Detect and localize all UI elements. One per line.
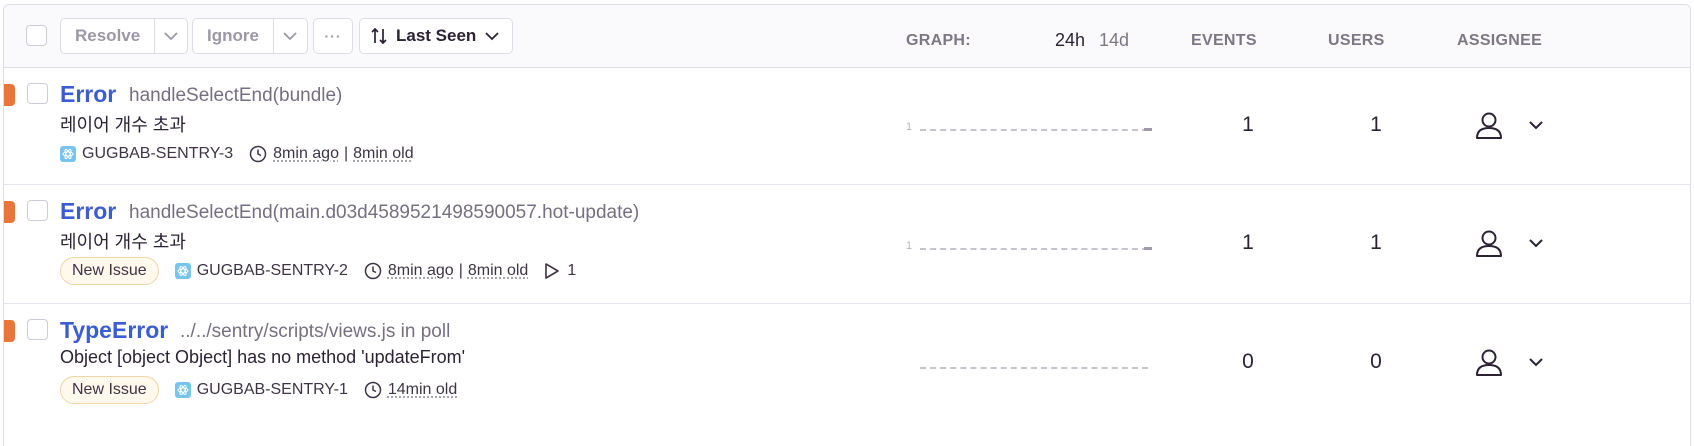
users-count[interactable]: 1 xyxy=(1356,231,1396,255)
ellipsis-icon: ··· xyxy=(324,28,342,44)
react-icon xyxy=(174,263,191,279)
issue-culprit: handleSelectEnd(main.d03d458952149859005… xyxy=(129,202,640,223)
last-seen-link[interactable]: 8min ago xyxy=(388,262,454,280)
last-seen-link[interactable]: 8min ago xyxy=(273,145,339,163)
issue-list-header: Resolve Ignore ··· Last Seen GRAPH: 24h … xyxy=(4,5,1690,68)
play-icon xyxy=(545,263,560,279)
clock-icon xyxy=(364,262,382,280)
users-count[interactable]: 1 xyxy=(1356,113,1396,137)
first-seen-link[interactable]: 8min old xyxy=(468,262,528,280)
first-seen-link[interactable]: 8min old xyxy=(353,145,413,163)
sparkline-bar xyxy=(1144,247,1152,250)
period-14d-toggle[interactable]: 14d xyxy=(1099,30,1129,51)
project-link[interactable]: GUGBAB-SENTRY-3 xyxy=(60,145,233,163)
sparkline-axis-label: 1 xyxy=(906,240,913,252)
sparkline-baseline xyxy=(920,367,1148,369)
resolve-button-group: Resolve xyxy=(60,18,188,54)
time-info: 8min ago | 8min old xyxy=(364,262,528,280)
sparkline-axis-label: 1 xyxy=(906,121,913,133)
new-issue-badge: New Issue xyxy=(60,257,159,285)
level-indicator xyxy=(4,320,15,342)
resolve-dropdown-button[interactable] xyxy=(154,19,187,53)
chevron-down-icon xyxy=(283,32,298,41)
sort-arrows-icon xyxy=(371,27,387,45)
select-all-checkbox[interactable] xyxy=(26,25,47,46)
period-24h-toggle[interactable]: 24h xyxy=(1055,30,1085,51)
user-icon xyxy=(1476,230,1502,257)
chevron-down-icon xyxy=(164,32,178,41)
issue-culprit: ../../sentry/scripts/views.js in poll xyxy=(180,321,451,342)
user-icon xyxy=(1476,349,1502,376)
issue-message: 레이어 개수 초과 xyxy=(60,232,186,252)
sparkline-chart: 1 xyxy=(906,240,1156,260)
assignee-column-label: ASSIGNEE xyxy=(1457,32,1543,49)
react-icon xyxy=(174,382,191,398)
level-indicator xyxy=(4,201,15,223)
clock-icon xyxy=(249,145,267,163)
replay-count: 1 xyxy=(567,262,577,279)
users-column-label: USERS xyxy=(1328,32,1385,49)
chevron-down-icon xyxy=(1529,358,1543,367)
events-count[interactable]: 1 xyxy=(1228,231,1268,255)
level-indicator xyxy=(4,84,15,106)
events-column-label: EVENTS xyxy=(1191,32,1257,49)
issue-checkbox[interactable] xyxy=(27,319,48,340)
issue-title-link[interactable]: Error xyxy=(60,198,116,225)
issue-checkbox[interactable] xyxy=(27,83,48,104)
sparkline-chart xyxy=(906,359,1156,379)
sparkline-chart: 1 xyxy=(906,121,1156,141)
ignore-button[interactable]: Ignore xyxy=(193,26,273,46)
issue-message: Object [object Object] has no method 'up… xyxy=(60,347,466,367)
issue-title-link[interactable]: Error xyxy=(60,81,116,108)
issue-row[interactable]: Error handleSelectEnd(bundle) 레이어 개수 초과 … xyxy=(4,69,1690,185)
assignee-selector[interactable] xyxy=(1474,107,1544,143)
time-info: 14min old xyxy=(364,381,457,399)
project-name: GUGBAB-SENTRY-2 xyxy=(196,262,348,279)
first-seen-link[interactable]: 14min old xyxy=(388,381,457,399)
issue-row[interactable]: Error handleSelectEnd(main.d03d458952149… xyxy=(4,186,1690,304)
project-name: GUGBAB-SENTRY-3 xyxy=(82,145,234,162)
issue-meta: New Issue GUGBAB-SENTRY-2 8min ago | 8mi… xyxy=(60,256,592,286)
replay-link[interactable]: 1 xyxy=(544,262,576,280)
ignore-dropdown-button[interactable] xyxy=(272,19,307,53)
issue-list-panel: Resolve Ignore ··· Last Seen GRAPH: 24h … xyxy=(3,4,1691,446)
graph-column-label: GRAPH: xyxy=(906,32,971,49)
events-count[interactable]: 0 xyxy=(1228,350,1268,374)
more-actions-button[interactable]: ··· xyxy=(313,18,353,54)
chevron-down-icon xyxy=(1529,121,1543,130)
issue-title-link[interactable]: TypeError xyxy=(60,317,168,344)
resolve-button[interactable]: Resolve xyxy=(61,26,154,46)
react-icon xyxy=(60,146,76,162)
issue-row[interactable]: TypeError ../../sentry/scripts/views.js … xyxy=(4,305,1690,446)
issue-message: 레이어 개수 초과 xyxy=(60,115,186,135)
clock-icon xyxy=(364,381,382,399)
sort-label: Last Seen xyxy=(396,26,477,45)
chevron-down-icon xyxy=(485,32,499,41)
sparkline-bar xyxy=(1144,128,1152,131)
users-count[interactable]: 0 xyxy=(1356,350,1396,374)
issue-meta: GUGBAB-SENTRY-3 8min ago | 8min old xyxy=(60,139,430,169)
issue-culprit: handleSelectEnd(bundle) xyxy=(129,85,343,106)
sparkline-baseline xyxy=(920,129,1148,131)
events-count[interactable]: 1 xyxy=(1228,113,1268,137)
chevron-down-icon xyxy=(1529,239,1543,248)
sparkline-baseline xyxy=(920,248,1148,250)
time-info: 8min ago | 8min old xyxy=(249,145,414,163)
assignee-selector[interactable] xyxy=(1474,225,1544,261)
project-link[interactable]: GUGBAB-SENTRY-2 xyxy=(174,262,348,280)
project-link[interactable]: GUGBAB-SENTRY-1 xyxy=(174,381,348,399)
new-issue-badge: New Issue xyxy=(60,376,159,404)
user-icon xyxy=(1476,112,1502,139)
assignee-selector[interactable] xyxy=(1474,344,1544,380)
sort-dropdown-button[interactable]: Last Seen xyxy=(359,18,513,54)
issue-checkbox[interactable] xyxy=(27,200,48,221)
ignore-button-group: Ignore xyxy=(192,18,308,54)
project-name: GUGBAB-SENTRY-1 xyxy=(196,381,348,398)
issue-meta: New Issue GUGBAB-SENTRY-1 14min old xyxy=(60,375,473,405)
